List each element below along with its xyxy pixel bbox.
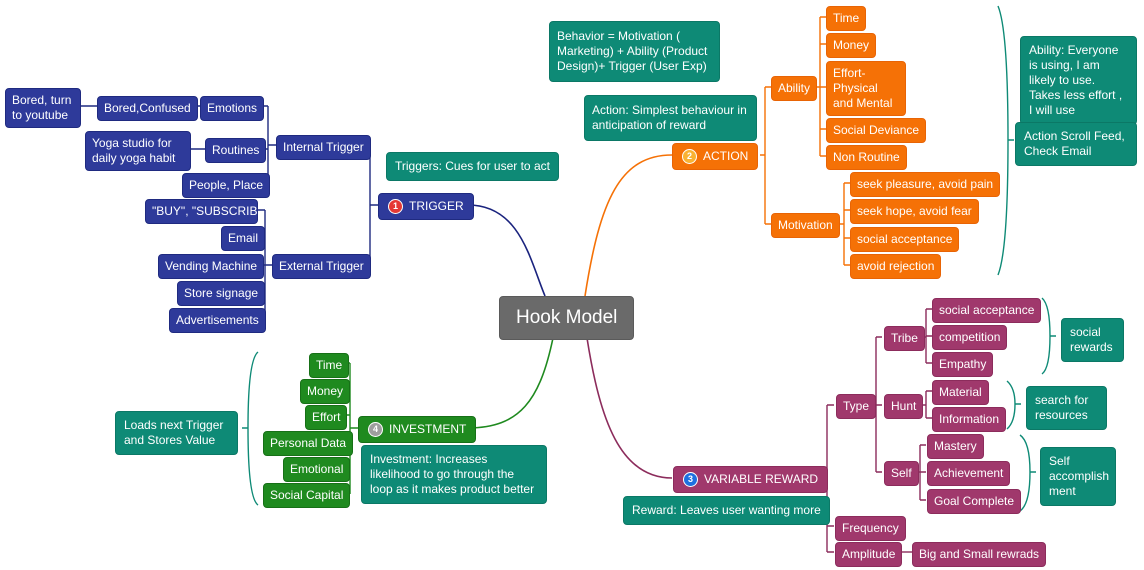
investment-note: Investment: Increases likelihood to go t… xyxy=(361,445,547,504)
type-node[interactable]: Type xyxy=(836,394,877,419)
self-node[interactable]: Self xyxy=(884,461,919,486)
investment-label: INVESTMENT xyxy=(389,422,467,436)
ability-summary-note: Ability: Everyone is using, I am likely … xyxy=(1020,36,1137,125)
priority-4-icon: 4 xyxy=(368,422,383,437)
search-resources-note: search for resources xyxy=(1026,386,1107,430)
ability-node[interactable]: Ability xyxy=(771,76,818,101)
priority-2-icon: 2 xyxy=(682,149,697,164)
formula-note: Behavior = Motivation ( Marketing) + Abi… xyxy=(549,21,720,82)
action-note: Action: Simplest behaviour in anticipati… xyxy=(584,95,757,141)
priority-1-icon: 1 xyxy=(388,199,403,214)
action-label: ACTION xyxy=(703,149,749,163)
external-item[interactable]: Advertisements xyxy=(169,308,266,333)
self-item[interactable]: Mastery xyxy=(927,434,984,459)
variable-reward-label: VARIABLE REWARD xyxy=(704,472,819,486)
investment-summary-note: Loads next Trigger and Stores Value xyxy=(115,411,238,455)
tribe-item[interactable]: competition xyxy=(932,325,1008,350)
self-item[interactable]: Achievement xyxy=(927,461,1011,486)
tribe-item[interactable]: social acceptance xyxy=(932,298,1042,323)
action-summary-note: Action Scroll Feed, Check Email xyxy=(1015,122,1137,166)
emotions-node[interactable]: Emotions xyxy=(200,96,265,121)
motivation-item[interactable]: social acceptance xyxy=(850,227,960,252)
connector-reward xyxy=(586,337,673,479)
bracket-tribe xyxy=(1041,297,1056,375)
motivation-node[interactable]: Motivation xyxy=(771,213,840,238)
amplitude-node[interactable]: Amplitude xyxy=(835,542,903,567)
connector-investment xyxy=(467,337,554,429)
trigger-node[interactable]: 1 TRIGGER xyxy=(378,193,474,220)
ability-item[interactable]: Effort- Physical and Mental xyxy=(826,61,906,116)
investment-item[interactable]: Money xyxy=(300,379,351,404)
bored-confused-node[interactable]: Bored,Confused xyxy=(97,96,198,121)
motivation-item[interactable]: avoid rejection xyxy=(850,254,942,279)
bracket-hunt xyxy=(1006,380,1021,430)
variable-reward-node[interactable]: 3 VARIABLE REWARD xyxy=(673,466,829,493)
internal-trigger-node[interactable]: Internal Trigger xyxy=(276,135,371,160)
people-place-node[interactable]: People, Place xyxy=(182,173,271,198)
external-item[interactable]: "BUY", "SUBSCRIBE xyxy=(145,199,258,224)
motivation-item[interactable]: seek pleasure, avoid pain xyxy=(850,172,1001,197)
hunt-item[interactable]: Information xyxy=(932,407,1007,432)
yoga-studio-node[interactable]: Yoga studio for daily yoga habit xyxy=(85,131,191,171)
investment-item[interactable]: Emotional xyxy=(283,457,351,482)
trigger-note: Triggers: Cues for user to act xyxy=(386,152,559,181)
investment-item[interactable]: Personal Data xyxy=(263,431,354,456)
action-node[interactable]: 2 ACTION xyxy=(672,143,759,170)
hunt-node[interactable]: Hunt xyxy=(884,394,924,419)
investment-item[interactable]: Social Capital xyxy=(263,483,351,508)
ability-item[interactable]: Social Deviance xyxy=(826,118,927,143)
ability-item[interactable]: Time xyxy=(826,6,867,31)
hunt-item[interactable]: Material xyxy=(932,380,989,405)
self-item[interactable]: Goal Complete xyxy=(927,489,1022,514)
ability-item[interactable]: Money xyxy=(826,33,877,58)
external-item[interactable]: Store signage xyxy=(177,281,266,306)
motivation-item[interactable]: seek hope, avoid fear xyxy=(850,199,979,224)
trigger-label: TRIGGER xyxy=(409,199,464,213)
routines-node[interactable]: Routines xyxy=(205,138,267,163)
external-item[interactable]: Email xyxy=(221,226,266,251)
connector-trigger xyxy=(467,204,546,297)
root-node[interactable]: Hook Model xyxy=(499,296,635,340)
external-item[interactable]: Vending Machine xyxy=(158,254,265,279)
big-small-rewards-node[interactable]: Big and Small rewrads xyxy=(912,542,1047,567)
self-accomplishment-note: Self accomplish ment xyxy=(1040,447,1116,506)
investment-node[interactable]: 4 INVESTMENT xyxy=(358,416,477,443)
bored-youtube-node[interactable]: Bored, turn to youtube xyxy=(5,88,81,128)
frequency-node[interactable]: Frequency xyxy=(835,516,906,541)
investment-item[interactable]: Effort xyxy=(305,405,348,430)
tribe-item[interactable]: Empathy xyxy=(932,352,994,377)
social-rewards-note: social rewards xyxy=(1061,318,1124,362)
connector-action xyxy=(584,154,673,297)
ability-item[interactable]: Non Routine xyxy=(826,145,907,170)
bracket-action xyxy=(997,5,1014,276)
bracket-investment xyxy=(242,351,259,506)
reward-note: Reward: Leaves user wanting more xyxy=(623,496,830,525)
external-trigger-node[interactable]: External Trigger xyxy=(272,254,371,279)
investment-item[interactable]: Time xyxy=(309,353,350,378)
priority-3-icon: 3 xyxy=(683,472,698,487)
bracket-self xyxy=(1019,434,1036,512)
tribe-node[interactable]: Tribe xyxy=(884,326,925,351)
